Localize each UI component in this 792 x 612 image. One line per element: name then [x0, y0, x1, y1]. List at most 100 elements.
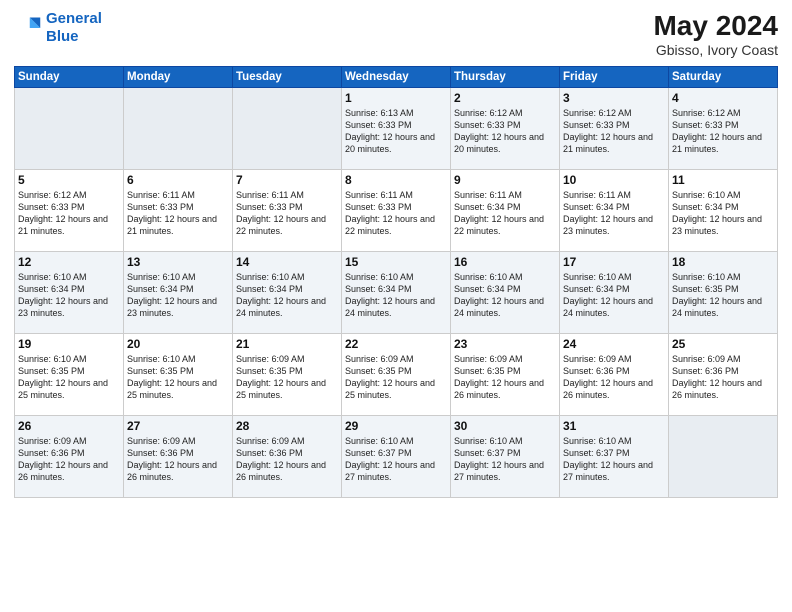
- weekday-header-tuesday: Tuesday: [233, 67, 342, 88]
- day-info: Sunrise: 6:10 AMSunset: 6:34 PMDaylight:…: [18, 271, 120, 320]
- day-info: Sunrise: 6:12 AMSunset: 6:33 PMDaylight:…: [454, 107, 556, 156]
- day-info: Sunrise: 6:11 AMSunset: 6:33 PMDaylight:…: [345, 189, 447, 238]
- day-number: 1: [345, 91, 447, 105]
- day-number: 17: [563, 255, 665, 269]
- title-block: May 2024 Gbisso, Ivory Coast: [653, 10, 778, 58]
- day-info: Sunrise: 6:10 AMSunset: 6:35 PMDaylight:…: [672, 271, 774, 320]
- calendar-cell: 1Sunrise: 6:13 AMSunset: 6:33 PMDaylight…: [342, 88, 451, 170]
- day-number: 20: [127, 337, 229, 351]
- calendar-cell: 28 Sunrise: 6:09 AMSunset: 6:36 PMDayligh…: [233, 416, 342, 498]
- day-number: 9: [454, 173, 556, 187]
- day-info: Sunrise: 6:10 AMSunset: 6:34 PMDaylight:…: [236, 271, 338, 320]
- calendar-cell: [233, 88, 342, 170]
- day-info: Sunrise: 6:09 AMSunset: 6:35 PMDaylight:…: [454, 353, 556, 402]
- calendar-cell: 14 Sunrise: 6:10 AMSunset: 6:34 PMDayligh…: [233, 252, 342, 334]
- logo-line2: Blue: [46, 28, 79, 45]
- day-number: 14: [236, 255, 338, 269]
- weekday-header-thursday: Thursday: [451, 67, 560, 88]
- day-info: Sunrise: 6:10 AMSunset: 6:34 PMDaylight:…: [563, 271, 665, 320]
- day-number: 15: [345, 255, 447, 269]
- day-number: 21: [236, 337, 338, 351]
- week-row-3: 12Sunrise: 6:10 AMSunset: 6:34 PMDayligh…: [15, 252, 778, 334]
- calendar-cell: [15, 88, 124, 170]
- week-row-1: 1Sunrise: 6:13 AMSunset: 6:33 PMDaylight…: [15, 88, 778, 170]
- day-number: 3: [563, 91, 665, 105]
- day-number: 16: [454, 255, 556, 269]
- weekday-header-saturday: Saturday: [669, 67, 778, 88]
- day-number: 8: [345, 173, 447, 187]
- calendar-cell: 16Sunrise: 6:10 AMSunset: 6:34 PMDayligh…: [451, 252, 560, 334]
- day-info: Sunrise: 6:11 AMSunset: 6:33 PMDaylight:…: [127, 189, 229, 238]
- day-number: 29: [345, 419, 447, 433]
- day-number: 11: [672, 173, 774, 187]
- day-info: Sunrise: 6:10 AMSunset: 6:35 PMDaylight:…: [18, 353, 120, 402]
- day-number: 18: [672, 255, 774, 269]
- day-info: Sunrise: 6:09 AMSunset: 6:35 PMDaylight:…: [345, 353, 447, 402]
- day-info: Sunrise: 6:10 AMSunset: 6:37 PMDaylight:…: [563, 435, 665, 484]
- day-number: 22: [345, 337, 447, 351]
- day-number: 30: [454, 419, 556, 433]
- calendar-cell: 22 Sunrise: 6:09 AMSunset: 6:35 PMDayligh…: [342, 334, 451, 416]
- calendar-cell: [124, 88, 233, 170]
- day-info: Sunrise: 6:12 AMSunset: 6:33 PMDaylight:…: [18, 189, 120, 238]
- calendar-cell: 15 Sunrise: 6:10 AMSunset: 6:34 PMDayligh…: [342, 252, 451, 334]
- day-info: Sunrise: 6:12 AMSunset: 6:33 PMDaylight:…: [563, 107, 665, 156]
- day-info: Sunrise: 6:09 AMSunset: 6:36 PMDaylight:…: [127, 435, 229, 484]
- calendar-cell: 7Sunrise: 6:11 AMSunset: 6:33 PMDaylight…: [233, 170, 342, 252]
- day-info: Sunrise: 6:11 AMSunset: 6:33 PMDaylight:…: [236, 189, 338, 238]
- header: General Blue May 2024 Gbisso, Ivory Coas…: [14, 10, 778, 58]
- calendar-cell: 18 Sunrise: 6:10 AMSunset: 6:35 PMDayligh…: [669, 252, 778, 334]
- day-number: 13: [127, 255, 229, 269]
- calendar-cell: 21Sunrise: 6:09 AMSunset: 6:35 PMDayligh…: [233, 334, 342, 416]
- day-info: Sunrise: 6:09 AMSunset: 6:36 PMDaylight:…: [18, 435, 120, 484]
- page: General Blue May 2024 Gbisso, Ivory Coas…: [0, 0, 792, 612]
- week-row-2: 5 Sunrise: 6:12 AMSunset: 6:33 PMDaylight…: [15, 170, 778, 252]
- calendar-cell: 2Sunrise: 6:12 AMSunset: 6:33 PMDaylight…: [451, 88, 560, 170]
- day-info: Sunrise: 6:09 AMSunset: 6:36 PMDaylight:…: [672, 353, 774, 402]
- calendar-cell: 12Sunrise: 6:10 AMSunset: 6:34 PMDayligh…: [15, 252, 124, 334]
- calendar-cell: 13 Sunrise: 6:10 AMSunset: 6:34 PMDayligh…: [124, 252, 233, 334]
- day-number: 4: [672, 91, 774, 105]
- calendar-cell: 26 Sunrise: 6:09 AMSunset: 6:36 PMDayligh…: [15, 416, 124, 498]
- calendar-cell: 6 Sunrise: 6:11 AMSunset: 6:33 PMDaylight…: [124, 170, 233, 252]
- logo-text: General Blue: [46, 10, 102, 46]
- calendar-cell: 27 Sunrise: 6:09 AMSunset: 6:36 PMDayligh…: [124, 416, 233, 498]
- day-info: Sunrise: 6:11 AMSunset: 6:34 PMDaylight:…: [563, 189, 665, 238]
- day-info: Sunrise: 6:10 AMSunset: 6:37 PMDaylight:…: [454, 435, 556, 484]
- calendar-cell: 11 Sunrise: 6:10 AMSunset: 6:34 PMDayligh…: [669, 170, 778, 252]
- day-info: Sunrise: 6:10 AMSunset: 6:34 PMDaylight:…: [127, 271, 229, 320]
- day-info: Sunrise: 6:09 AMSunset: 6:36 PMDaylight:…: [236, 435, 338, 484]
- day-number: 25: [672, 337, 774, 351]
- day-number: 10: [563, 173, 665, 187]
- day-info: Sunrise: 6:10 AMSunset: 6:34 PMDaylight:…: [345, 271, 447, 320]
- calendar-cell: 25 Sunrise: 6:09 AMSunset: 6:36 PMDayligh…: [669, 334, 778, 416]
- day-number: 27: [127, 419, 229, 433]
- weekday-header-friday: Friday: [560, 67, 669, 88]
- day-number: 26: [18, 419, 120, 433]
- calendar-cell: 9Sunrise: 6:11 AMSunset: 6:34 PMDaylight…: [451, 170, 560, 252]
- calendar-cell: 24 Sunrise: 6:09 AMSunset: 6:36 PMDayligh…: [560, 334, 669, 416]
- day-info: Sunrise: 6:10 AMSunset: 6:34 PMDaylight:…: [672, 189, 774, 238]
- calendar-cell: 4Sunrise: 6:12 AMSunset: 6:33 PMDaylight…: [669, 88, 778, 170]
- weekday-header-monday: Monday: [124, 67, 233, 88]
- calendar-cell: 23 Sunrise: 6:09 AMSunset: 6:35 PMDayligh…: [451, 334, 560, 416]
- month-title: May 2024: [653, 10, 778, 42]
- day-info: Sunrise: 6:09 AMSunset: 6:36 PMDaylight:…: [563, 353, 665, 402]
- logo-icon: [14, 14, 42, 42]
- day-number: 23: [454, 337, 556, 351]
- calendar-cell: 10 Sunrise: 6:11 AMSunset: 6:34 PMDayligh…: [560, 170, 669, 252]
- day-number: 19: [18, 337, 120, 351]
- weekday-header-sunday: Sunday: [15, 67, 124, 88]
- weekday-header-row: SundayMondayTuesdayWednesdayThursdayFrid…: [15, 67, 778, 88]
- calendar: SundayMondayTuesdayWednesdayThursdayFrid…: [14, 66, 778, 498]
- day-number: 6: [127, 173, 229, 187]
- logo-line1: General: [46, 10, 102, 27]
- calendar-cell: 19 Sunrise: 6:10 AMSunset: 6:35 PMDayligh…: [15, 334, 124, 416]
- calendar-cell: 20Sunrise: 6:10 AMSunset: 6:35 PMDayligh…: [124, 334, 233, 416]
- day-number: 31: [563, 419, 665, 433]
- day-number: 5: [18, 173, 120, 187]
- weekday-header-wednesday: Wednesday: [342, 67, 451, 88]
- logo: General Blue: [14, 10, 102, 46]
- day-number: 24: [563, 337, 665, 351]
- day-number: 28: [236, 419, 338, 433]
